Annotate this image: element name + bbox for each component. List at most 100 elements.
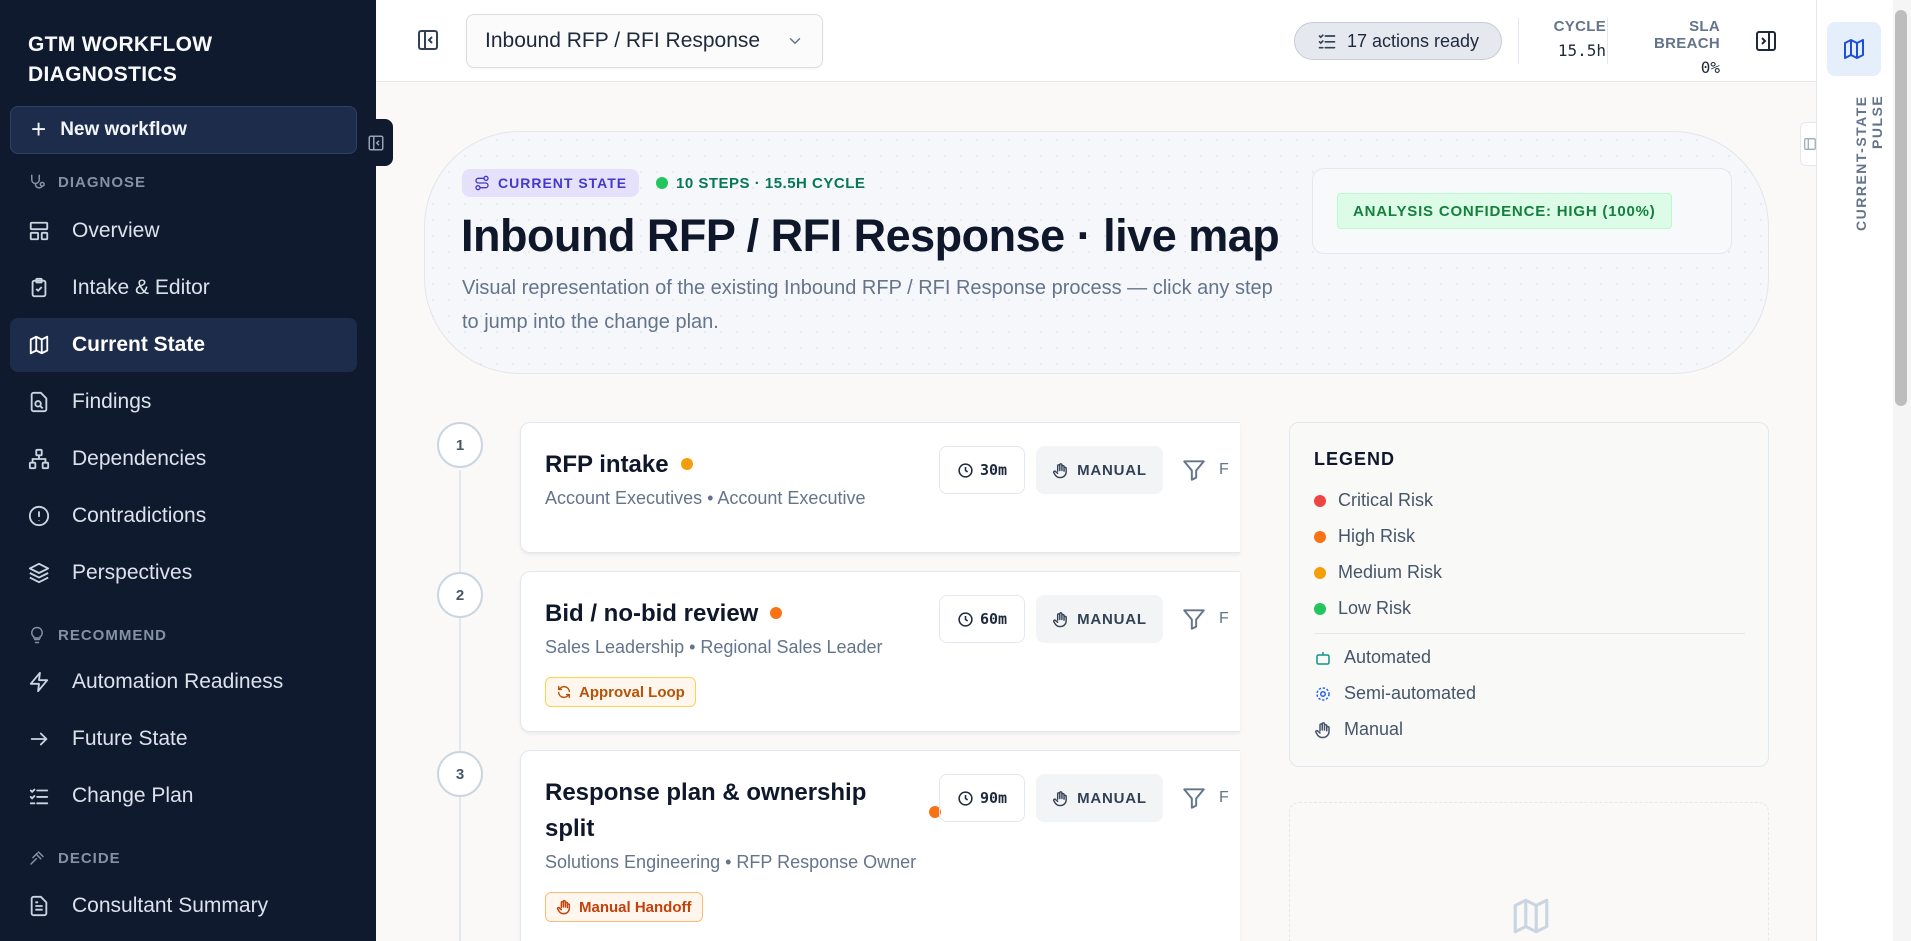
legend-medium-risk: Medium Risk [1314, 562, 1442, 583]
rail-map-button[interactable] [1827, 22, 1881, 76]
sidebar-item-future-state[interactable]: Future State [10, 712, 357, 766]
step-title-wrap: RFP intake [545, 447, 693, 483]
workflow-select[interactable]: Inbound RFP / RFI Response [466, 14, 823, 68]
list-checks-icon [29, 788, 49, 805]
scrollbar-thumb[interactable] [1895, 10, 1907, 406]
sidebar-item-contradictions[interactable]: Contradictions [10, 489, 357, 543]
duration-value: 90m [979, 789, 1008, 807]
legend-label: High Risk [1338, 526, 1416, 546]
filter-icon [1183, 460, 1205, 481]
actions-ready-label: 17 actions ready [1346, 30, 1480, 51]
duration-chip: 90m [939, 774, 1025, 822]
right-panel-toggle-button[interactable] [1754, 29, 1778, 58]
hand-icon [1053, 611, 1067, 627]
sidebar-item-overview[interactable]: Overview [10, 204, 357, 258]
legend-critical-risk: Critical Risk [1314, 490, 1433, 511]
brand-line-2: DIAGNOSTICS [28, 63, 178, 86]
layout-icon [29, 221, 49, 241]
filter-chip[interactable]: F [1181, 457, 1229, 483]
step-subtitle: Sales Leadership • Regional Sales Leader [545, 637, 883, 657]
list-checks-icon [1318, 34, 1336, 49]
arrow-right-icon [30, 732, 48, 746]
sla-label: SLA BREACH [1654, 18, 1720, 52]
hand-icon [1315, 721, 1330, 738]
sidebar-item-label: Change Plan [72, 784, 194, 807]
filter-label: F [1219, 610, 1229, 627]
legend-panel: LEGEND Critical Risk High Risk Medium Ri… [1289, 422, 1769, 767]
stethoscope-icon [31, 174, 45, 189]
step-title: Response plan & ownership split [545, 779, 867, 842]
section-recommend-label: RECOMMEND [58, 626, 167, 644]
sidebar-collapse-button[interactable] [358, 119, 393, 166]
step-subtitle: Solutions Engineering • RFP Response Own… [545, 852, 917, 872]
app-brand: GTM WORKFLOW DIAGNOSTICS [28, 30, 212, 90]
legend-divider [1314, 633, 1745, 634]
file-search-icon [30, 391, 48, 413]
brand-line-1: GTM WORKFLOW [28, 33, 213, 56]
timeline-line [459, 470, 461, 941]
top-bar: Inbound RFP / RFI Response 17 actions re… [376, 0, 1816, 82]
sidebar-item-dependencies[interactable]: Dependencies [10, 432, 357, 486]
risk-dot [1314, 494, 1326, 507]
step-title: Bid / no-bid review [545, 600, 759, 627]
legend-label: Medium Risk [1338, 562, 1443, 582]
sidebar-item-findings[interactable]: Findings [10, 375, 357, 429]
clock-icon [958, 790, 973, 806]
route-icon [475, 175, 489, 191]
step-card-rfp-intake[interactable]: RFP intake Account Executives • Account … [520, 422, 1240, 553]
map-icon [29, 335, 49, 355]
confidence-card: ANALYSIS CONFIDENCE: HIGH (100%) [1312, 168, 1732, 254]
filter-chip[interactable]: F [1181, 785, 1229, 811]
legend-low-risk: Low Risk [1314, 598, 1411, 619]
sidebar-item-current-state[interactable]: Current State [10, 318, 357, 372]
step-card-response-plan[interactable]: Response plan & ownership split Solution… [520, 750, 1240, 941]
step-title-wrap: Bid / no-bid review [545, 596, 783, 632]
filter-icon [1183, 609, 1205, 630]
workflow-select-value: Inbound RFP / RFI Response [485, 29, 761, 52]
sidebar-item-automation-readiness[interactable]: Automation Readiness [10, 655, 357, 709]
duration-chip: 30m [939, 446, 1025, 494]
sidebar-item-consultant-summary[interactable]: Consultant Summary [10, 879, 357, 933]
refresh-icon [557, 685, 571, 699]
sidebar-item-label: Dependencies [72, 447, 207, 470]
cycle-metric: CYCLE 15.5h [1536, 18, 1606, 60]
hand-icon [1053, 790, 1067, 806]
panel-right-icon [1756, 31, 1776, 51]
risk-dot [770, 606, 783, 619]
section-diagnose-label: DIAGNOSE [58, 173, 147, 191]
sidebar-toggle-button[interactable] [416, 28, 440, 57]
mode-label: MANUAL [1077, 789, 1147, 807]
panel-left-close-icon [368, 135, 383, 150]
sidebar-item-change-plan[interactable]: Change Plan [10, 769, 357, 823]
sidebar-item-label: Automation Readiness [72, 670, 284, 693]
cycle-value: 15.5h [1557, 41, 1606, 60]
page-description: Visual representation of the existing In… [462, 277, 1273, 333]
sidebar-item-label: Future State [72, 727, 188, 750]
hand-icon [1053, 462, 1067, 478]
risk-dot [1314, 602, 1326, 615]
network-icon [28, 448, 50, 470]
duration-value: 30m [979, 461, 1008, 479]
step-card-bid-review[interactable]: Bid / no-bid review Sales Leadership • R… [520, 571, 1240, 732]
plus-icon: + [31, 114, 47, 144]
right-rail: CURRENT-STATE PULSE [1816, 0, 1893, 941]
new-workflow-button[interactable]: + New workflow [10, 106, 357, 154]
legend-manual: Manual [1314, 719, 1403, 740]
steps-meta: 10 STEPS · 15.5H CYCLE [656, 169, 865, 197]
legend-high-risk: High Risk [1314, 526, 1415, 547]
actions-ready-button[interactable]: 17 actions ready [1294, 22, 1502, 60]
sidebar: GTM WORKFLOW DIAGNOSTICS + New workflow D… [0, 0, 376, 941]
risk-dot [1314, 530, 1326, 543]
sidebar-item-label: Consultant Summary [72, 894, 269, 917]
step-number: 1 [437, 422, 483, 468]
map-placeholder [1289, 802, 1769, 941]
step-title: RFP intake [545, 451, 669, 478]
sidebar-item-intake-editor[interactable]: Intake & Editor [10, 261, 357, 315]
cog-icon [1316, 686, 1330, 701]
filter-chip[interactable]: F [1181, 606, 1229, 632]
sla-value: 0% [1700, 58, 1720, 77]
legend-label: Critical Risk [1338, 490, 1434, 510]
sidebar-item-perspectives[interactable]: Perspectives [10, 546, 357, 600]
risk-dot [1314, 566, 1326, 579]
filter-label: F [1219, 461, 1229, 478]
